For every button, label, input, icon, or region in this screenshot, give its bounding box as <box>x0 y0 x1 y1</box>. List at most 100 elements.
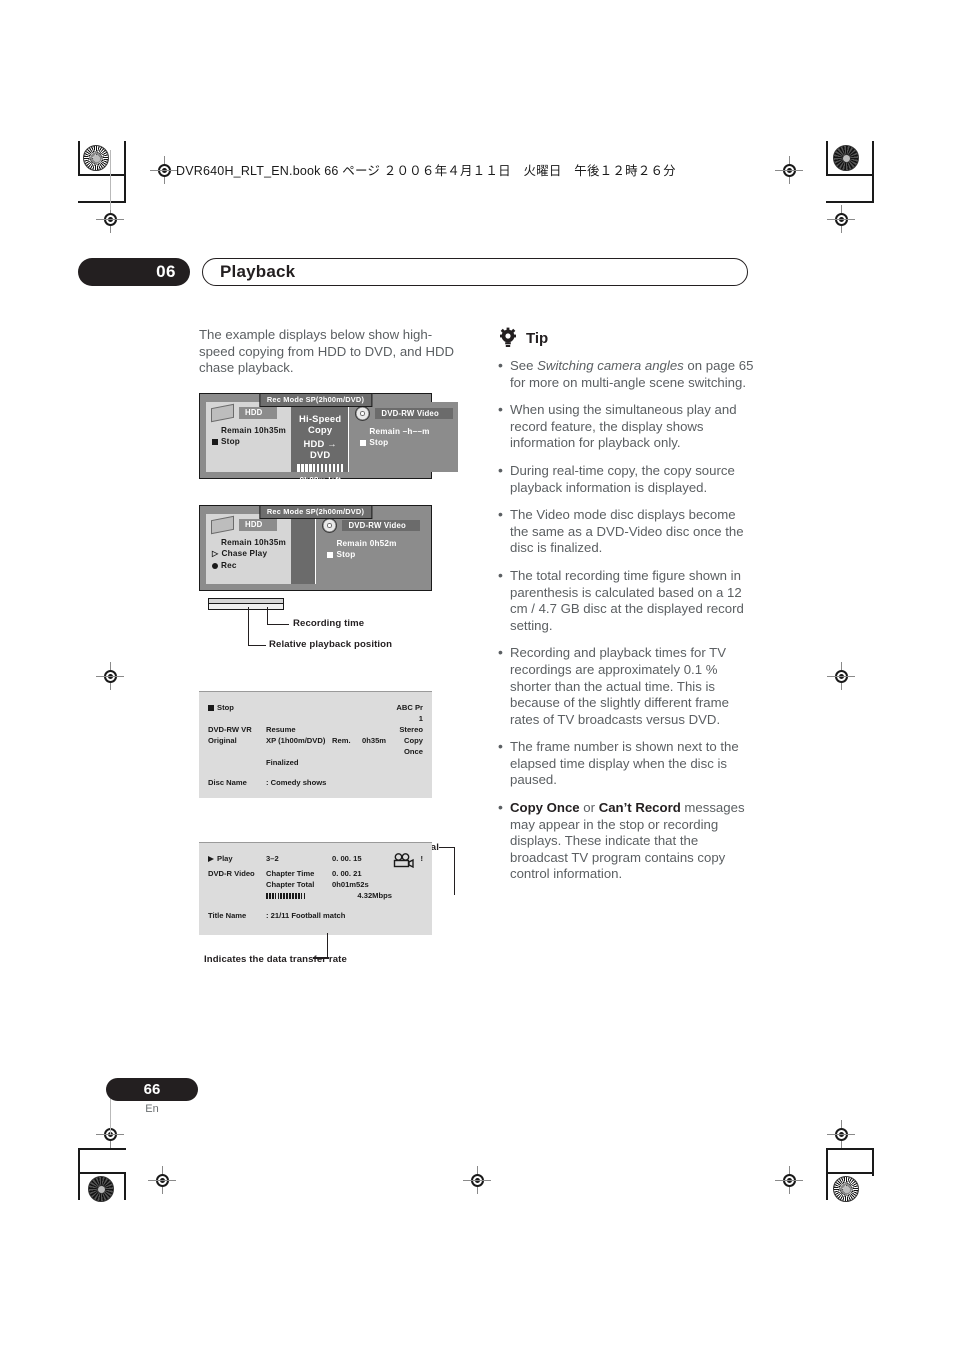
osd-source-name: HDD <box>239 519 277 531</box>
right-column: Tip See Switching camera angles on page … <box>497 327 755 894</box>
osd-spacer-cell2 <box>332 702 362 724</box>
osd-spacer-cell4 <box>208 757 266 768</box>
osd-angle-area: ! <box>392 852 423 868</box>
tip-list: See Switching camera angles on page 65 f… <box>497 357 755 883</box>
osd-elapsed-time: 0. 00. 15 <box>332 853 362 863</box>
osd-chapter-total-label: Chapter Total <box>266 879 315 889</box>
osd-source-pane: HDD Remain 10h35m ▷ Chase Play Rec <box>206 513 291 584</box>
disc-icon <box>355 405 371 421</box>
tip-item-total-rec-time: The total recording time figure shown in… <box>497 567 755 634</box>
osd-row-play: Play 3–2 0. 00. 15 ! <box>208 852 423 868</box>
crosshair-right-lower <box>827 1120 855 1148</box>
osd-spacer-cell3 <box>362 724 396 735</box>
registration-target-top-right <box>833 145 859 171</box>
page-title: Playback <box>202 258 748 286</box>
osd-dest-name: DVD-RW Video <box>342 519 420 532</box>
osd-rem-label: Rem. <box>332 735 351 745</box>
osd-display-chase-play: Rec Mode SP(2h00m/DVD) HDD Remain 10h35m… <box>199 504 432 610</box>
osd-play-status: Play <box>217 853 233 863</box>
osd-bitrate-bar <box>266 890 332 901</box>
stop-icon <box>208 704 214 711</box>
osd-source-remain: Remain 10h35m <box>221 537 286 547</box>
osd-disc-name-value: : Comedy shows <box>266 777 327 787</box>
tip-header: Tip <box>497 327 755 349</box>
tip-item-frame-number: The frame number is shown next to the el… <box>497 738 755 789</box>
osd-dest-header: DVD-RW Video <box>355 405 453 421</box>
osd-dest-status-row: Stop <box>355 437 453 449</box>
disc-icon <box>322 517 338 533</box>
osd-source-pane: HDD Remain 10h35m Stop <box>206 401 291 472</box>
osd-source-status: Stop <box>221 437 240 447</box>
osd-channel: ABC Pr 1 <box>396 702 423 723</box>
copy-protect-indicator: ! <box>420 853 423 863</box>
osd-copy-flag: Copy Once <box>404 735 423 756</box>
osd-dest-status: Stop <box>336 550 356 560</box>
stop-icon <box>327 552 334 559</box>
intro-paragraph: The example displays below show high-spe… <box>199 327 455 376</box>
osd-rec-setting: XP (1h00m/DVD) <box>266 735 326 745</box>
tip-text-pre: See <box>510 358 538 373</box>
osd-row-disc: DVD-RW VR Resume Stereo <box>208 724 423 735</box>
lightbulb-icon <box>497 327 519 349</box>
osd-dest-status: Stop <box>369 438 389 448</box>
osd-title-name-value: : 21/11 Football match <box>266 910 346 920</box>
record-icon <box>212 562 218 569</box>
osd-dest-pane: DVD-RW Video Remain –h––m Stop <box>348 401 458 472</box>
tip-title: Tip <box>526 329 549 347</box>
osd-spacer-cell6 <box>208 890 266 901</box>
display3-wrapper: Shows recording restrictions for the cur… <box>199 690 461 798</box>
osd-disc-name-label: Disc Name <box>208 777 247 787</box>
osd-title-chapter: 3–2 <box>266 853 279 863</box>
crosshair-bottom-left-inner <box>148 1166 176 1194</box>
osd-row-chapter-time: DVD-R Video Chapter Time 0. 00. 21 <box>208 868 423 879</box>
osd-disc-type: DVD-R Video <box>208 868 255 878</box>
osd-source-status2: Rec <box>221 560 237 570</box>
rec-mode-badge: Rec Mode SP(2h00m/DVD) <box>258 504 373 520</box>
tip-strong-cant-record: Can’t Record <box>598 800 681 816</box>
leader-line-copyprotect-v <box>453 846 455 895</box>
osd-dest-remain: Remain –h––m <box>369 426 430 436</box>
osd-audio-mode: Stereo <box>399 724 423 734</box>
osd-row-finalized: Finalized <box>208 757 423 768</box>
copy-progress-bar <box>296 463 344 472</box>
leader-line-relative-pos-h <box>248 644 266 647</box>
page-language-label: En <box>145 1103 159 1115</box>
tip-text-emphasis: Switching camera angles <box>537 358 684 373</box>
leader-line-relative-pos-v <box>248 606 250 646</box>
osd-dest-status-row: Stop <box>322 549 420 561</box>
crosshair-bottom-center <box>463 1166 491 1194</box>
callout-recording-time: Recording time <box>293 617 365 629</box>
osd-dest-name: DVD-RW Video <box>375 407 453 420</box>
osd-spacer-cell5 <box>208 879 266 890</box>
registration-target-top-left <box>83 145 109 171</box>
osd-dest-header: DVD-RW Video <box>322 517 420 533</box>
osd-rem-value: 0h35m <box>362 735 387 745</box>
osd-display-play-info: Play 3–2 0. 00. 15 ! DVD-R Video Chapter <box>199 841 432 935</box>
book-file-header: DVR640H_RLT_EN.book 66 ページ ２００６年４月１１日 火曜… <box>176 164 676 178</box>
display2-callouts: Recording time Relative playback positio… <box>199 591 461 655</box>
registration-target-bottom-right <box>833 1176 859 1202</box>
osd-chapter-total-value: 0h01m52s <box>332 879 369 889</box>
osd-source-header: HDD <box>211 403 286 423</box>
osd-middle-empty-pane <box>290 513 316 584</box>
osd-source-status-row: Stop <box>212 436 286 448</box>
callout-relative-playback-position: Relative playback position <box>269 638 393 650</box>
stop-icon <box>212 439 218 446</box>
osd-row-chapter-total: Chapter Total 0h01m52s <box>208 879 423 890</box>
tip-strong-copy-once: Copy Once <box>510 800 580 816</box>
registration-target-bottom-left <box>88 1176 114 1202</box>
tip-item-realtime-copy: During real-time copy, the copy source p… <box>497 462 755 496</box>
crosshair-right-upper <box>827 205 855 233</box>
osd-bitrate-value: 4.32Mbps <box>357 890 392 900</box>
hdd-icon <box>211 403 234 423</box>
tip-item-simultaneous: When using the simultaneous play and rec… <box>497 401 755 452</box>
osd-display-high-speed-copy: Rec Mode SP(2h00m/DVD) HDD Remain 10h35m… <box>199 392 458 485</box>
osd-display-stop-info: Stop ABC Pr 1 DVD-RW VR Resume Stereo Or… <box>199 690 432 798</box>
osd-spacer-cell2 <box>332 724 362 735</box>
osd-play-status-cell: Play <box>208 853 266 868</box>
crosshair-left-middle <box>96 662 124 690</box>
osd-spacer-cell <box>266 702 332 724</box>
osd-source-name: HDD <box>239 407 277 419</box>
osd-mode: Original <box>208 735 237 745</box>
osd-source-status-chase: ▷ Chase Play <box>212 548 286 560</box>
